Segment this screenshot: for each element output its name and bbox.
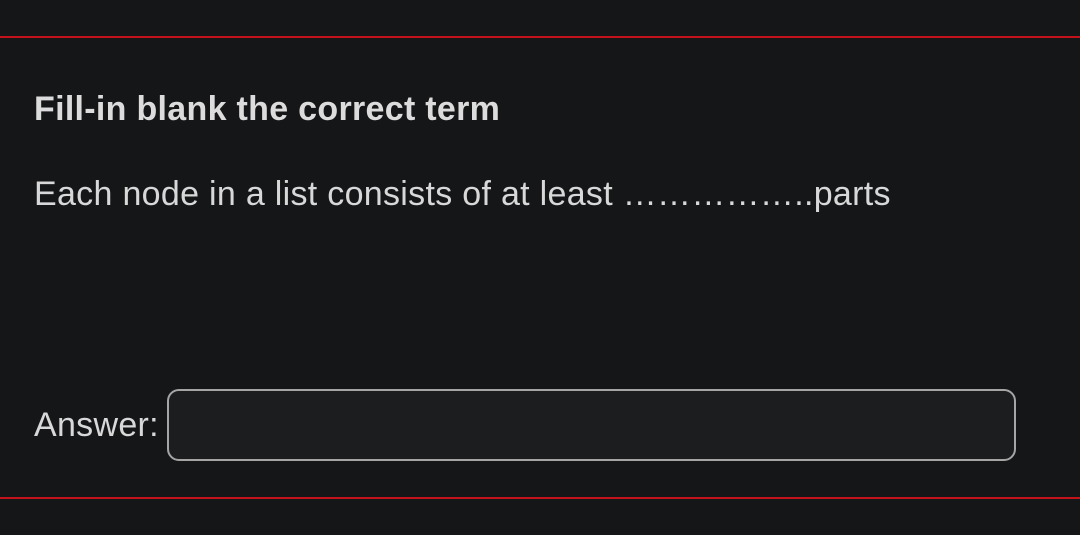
answer-row: Answer:: [34, 389, 1046, 461]
answer-label: Answer:: [34, 406, 159, 445]
question-card: Fill-in blank the correct term Each node…: [0, 0, 1080, 535]
divider-bottom: [0, 497, 1080, 499]
instruction-text: Fill-in blank the correct term: [34, 90, 1046, 129]
answer-input[interactable]: [167, 389, 1016, 461]
question-content: Fill-in blank the correct term Each node…: [34, 90, 1046, 214]
question-text: Each node in a list consists of at least…: [34, 175, 1046, 214]
divider-top: [0, 36, 1080, 38]
